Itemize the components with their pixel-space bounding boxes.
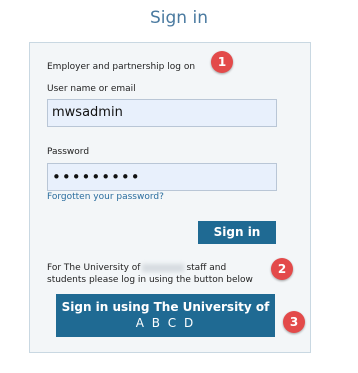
login-heading: Employer and partnership log on — [47, 62, 196, 72]
forgot-password-link[interactable]: Forgotten your password? — [47, 192, 164, 202]
sso-button-line2: A B C D — [135, 316, 196, 330]
university-note-prefix: For The University of — [47, 263, 141, 273]
page-title: Sign in — [150, 8, 208, 28]
sso-button-line1: Sign in using The University of — [61, 300, 270, 314]
sign-in-button[interactable]: Sign in — [198, 221, 276, 244]
university-note-line2: students please log in using the button … — [47, 275, 253, 285]
annotation-badge-3: 3 — [283, 311, 305, 333]
password-input[interactable]: ••••••••• — [47, 163, 277, 191]
university-note-line1: For The University of staff and — [47, 262, 272, 274]
password-label: Password — [47, 147, 90, 157]
annotation-badge-1: 1 — [211, 51, 233, 73]
university-note-suffix: staff and — [186, 263, 227, 273]
username-label: User name or email — [47, 84, 136, 94]
sso-sign-in-button[interactable]: Sign in using The University of A B C D — [56, 294, 275, 337]
university-note: For The University of staff and students … — [47, 262, 272, 286]
annotation-badge-2: 2 — [271, 258, 293, 280]
redacted-name — [142, 263, 185, 272]
username-input[interactable]: mwsadmin — [47, 99, 277, 127]
